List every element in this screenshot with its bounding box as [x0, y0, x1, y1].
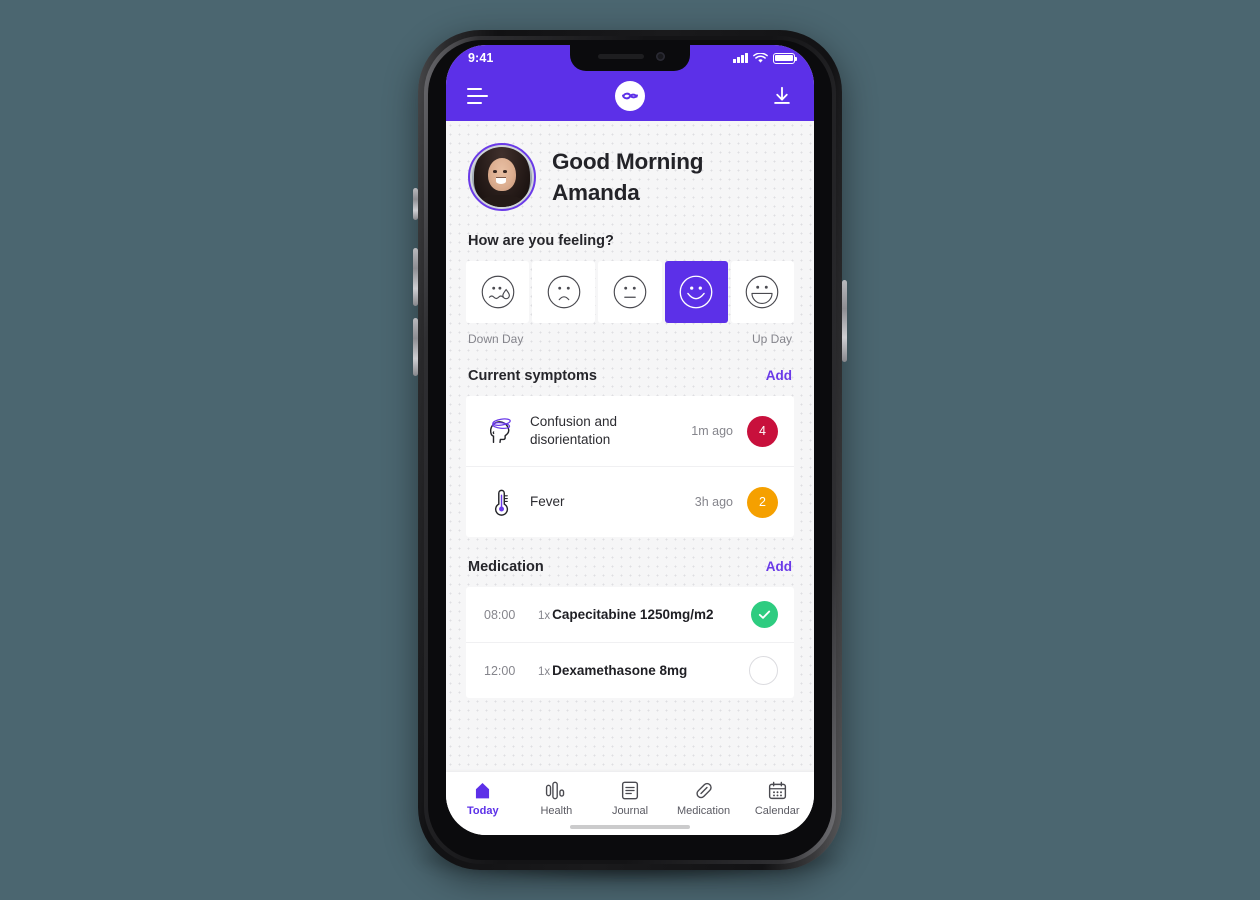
- page-title: Good Morning Amanda: [552, 146, 704, 208]
- medication-name: 1x Capecitabine 1250mg/m2: [538, 607, 751, 622]
- nav-bar: [446, 71, 814, 121]
- check-icon: [758, 610, 771, 619]
- symptoms-list: Confusion and disorientation 1m ago 4 Fe…: [466, 396, 794, 537]
- crying-face-icon: [481, 275, 514, 309]
- phone-volume-down-button[interactable]: [413, 318, 418, 376]
- table-row[interactable]: 08:00 1x Capecitabine 1250mg/m2: [466, 587, 794, 643]
- tab-label: Journal: [611, 805, 649, 817]
- page-content: Good Morning Amanda How are you feeling?: [446, 121, 814, 779]
- tab-label: Medication: [676, 805, 731, 817]
- symptoms-section: Current symptoms Add Confusion and disor…: [446, 346, 814, 537]
- mood-selector: [446, 261, 814, 323]
- medication-time: 12:00: [484, 663, 516, 678]
- medication-taken-checkbox[interactable]: [751, 601, 778, 628]
- medication-label: Capecitabine 1250mg/m2: [552, 607, 714, 622]
- table-row[interactable]: Fever 3h ago 2: [466, 467, 794, 537]
- sad-face-icon: [547, 275, 581, 309]
- wifi-icon: [753, 52, 768, 63]
- front-camera: [656, 52, 665, 61]
- phone-power-button[interactable]: [842, 280, 847, 362]
- calendar-icon: [767, 779, 788, 801]
- medication-quantity: 1x: [538, 610, 551, 622]
- greeting-line-2: Amanda: [552, 180, 640, 205]
- symptom-name: Fever: [530, 493, 565, 509]
- tab-today[interactable]: Today: [446, 779, 520, 817]
- app-logo-swirl-icon[interactable]: [614, 81, 645, 111]
- medication-pending-checkbox[interactable]: [749, 656, 778, 685]
- greeting-block: Good Morning Amanda: [446, 121, 814, 211]
- symptoms-section-header: Current symptoms Add: [446, 368, 814, 384]
- add-medication-button[interactable]: Add: [766, 559, 792, 574]
- symptom-time: 1m ago: [691, 424, 733, 438]
- screenshot-canvas: 9:41 Good Morning Amanda How are you fee…: [0, 0, 1260, 900]
- thermometer-icon: [484, 485, 520, 519]
- bar-chart-icon: [544, 779, 568, 801]
- phone-notch: [570, 45, 690, 71]
- table-row[interactable]: Confusion and disorientation 1m ago 4: [466, 396, 794, 467]
- greeting-line-1: Good Morning: [552, 148, 704, 174]
- journal-document-icon: [620, 779, 640, 801]
- status-bar-time: 9:41: [468, 51, 494, 65]
- neutral-face-icon: [613, 275, 647, 309]
- status-bar-icons: [733, 52, 798, 64]
- user-avatar-photo[interactable]: [468, 143, 536, 211]
- phone-mute-switch[interactable]: [413, 188, 418, 220]
- mood-section-title: How are you feeling?: [468, 233, 614, 249]
- mood-option-smiling-face[interactable]: [664, 261, 728, 323]
- smiling-face-icon: [679, 275, 713, 309]
- mood-section: How are you feeling? Down Day Up Day: [446, 211, 814, 346]
- mood-caption-right: Up Day: [751, 332, 792, 346]
- tab-label: Calendar: [754, 805, 800, 817]
- tab-label: Health: [540, 805, 573, 817]
- mood-option-grinning-face[interactable]: [730, 261, 795, 323]
- symptom-time: 3h ago: [694, 495, 733, 509]
- symptoms-section-title: Current symptoms: [468, 368, 597, 384]
- medication-section: Medication Add 08:00 1x Capecitabine 1250…: [446, 537, 814, 698]
- medication-section-header: Medication Add: [446, 559, 814, 575]
- medication-quantity: 1x: [538, 666, 551, 678]
- phone-volume-up-button[interactable]: [413, 248, 418, 306]
- home-icon: [472, 779, 493, 801]
- mood-option-neutral-face[interactable]: [598, 261, 662, 323]
- medication-list: 08:00 1x Capecitabine 1250mg/m2 12:00 1x…: [466, 587, 794, 698]
- tab-label: Today: [467, 805, 499, 817]
- tab-medication[interactable]: Medication: [667, 779, 741, 817]
- table-row[interactable]: 12:00 1x Dexamethasone 8mg: [466, 643, 794, 698]
- earpiece-speaker: [598, 54, 644, 59]
- pill-capsule-icon: [693, 779, 715, 801]
- mood-section-header: How are you feeling?: [446, 233, 814, 249]
- hamburger-menu-icon[interactable]: [467, 87, 488, 105]
- medication-time: 08:00: [484, 607, 516, 622]
- tab-journal[interactable]: Journal: [593, 779, 667, 817]
- mood-caption-left: Down Day: [468, 332, 524, 346]
- mood-scale-captions: Down Day Up Day: [446, 323, 814, 346]
- tab-health[interactable]: Health: [520, 779, 594, 817]
- status-badge: 4: [747, 415, 778, 447]
- mood-option-crying-face[interactable]: [466, 261, 530, 323]
- symptom-name: Confusion and disorientation: [530, 413, 618, 447]
- phone-screen: 9:41 Good Morning Amanda How are you fee…: [446, 45, 814, 835]
- cellular-signal-icon: [733, 53, 748, 63]
- battery-full-icon: [773, 52, 798, 64]
- add-symptom-button[interactable]: Add: [766, 368, 792, 383]
- tab-calendar[interactable]: Calendar: [740, 779, 814, 817]
- medication-label: Dexamethasone 8mg: [552, 663, 688, 678]
- status-badge: 2: [747, 486, 778, 518]
- medication-section-title: Medication: [468, 559, 544, 575]
- medication-name: 1x Dexamethasone 8mg: [538, 663, 749, 678]
- mood-option-sad-face[interactable]: [532, 261, 596, 323]
- grinning-face-icon: [746, 275, 779, 309]
- home-indicator: [570, 825, 690, 829]
- dizzy-head-icon: [484, 414, 520, 448]
- download-icon[interactable]: [771, 85, 793, 107]
